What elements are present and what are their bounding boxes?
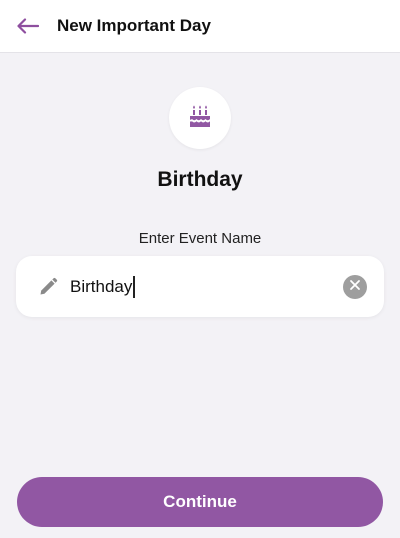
birthday-cake-icon <box>187 103 213 134</box>
event-name-field[interactable]: Birthday <box>16 256 384 317</box>
event-icon-badge <box>169 87 231 149</box>
page-title: New Important Day <box>57 16 211 35</box>
clear-icon <box>349 278 361 296</box>
event-title: Birthday <box>157 168 243 191</box>
app-root: New Important Day Birthday Enter Event N… <box>0 0 400 538</box>
back-button[interactable] <box>0 0 56 53</box>
event-name-label: Enter Event Name <box>138 230 262 247</box>
pencil-icon <box>37 276 59 298</box>
continue-button[interactable]: Continue <box>17 477 383 527</box>
clear-button[interactable] <box>343 275 367 299</box>
app-header: New Important Day <box>0 0 400 53</box>
event-name-input[interactable]: Birthday <box>70 275 135 298</box>
event-name-value: Birthday <box>70 276 133 296</box>
text-caret <box>133 275 135 298</box>
arrow-left-icon <box>17 18 39 34</box>
